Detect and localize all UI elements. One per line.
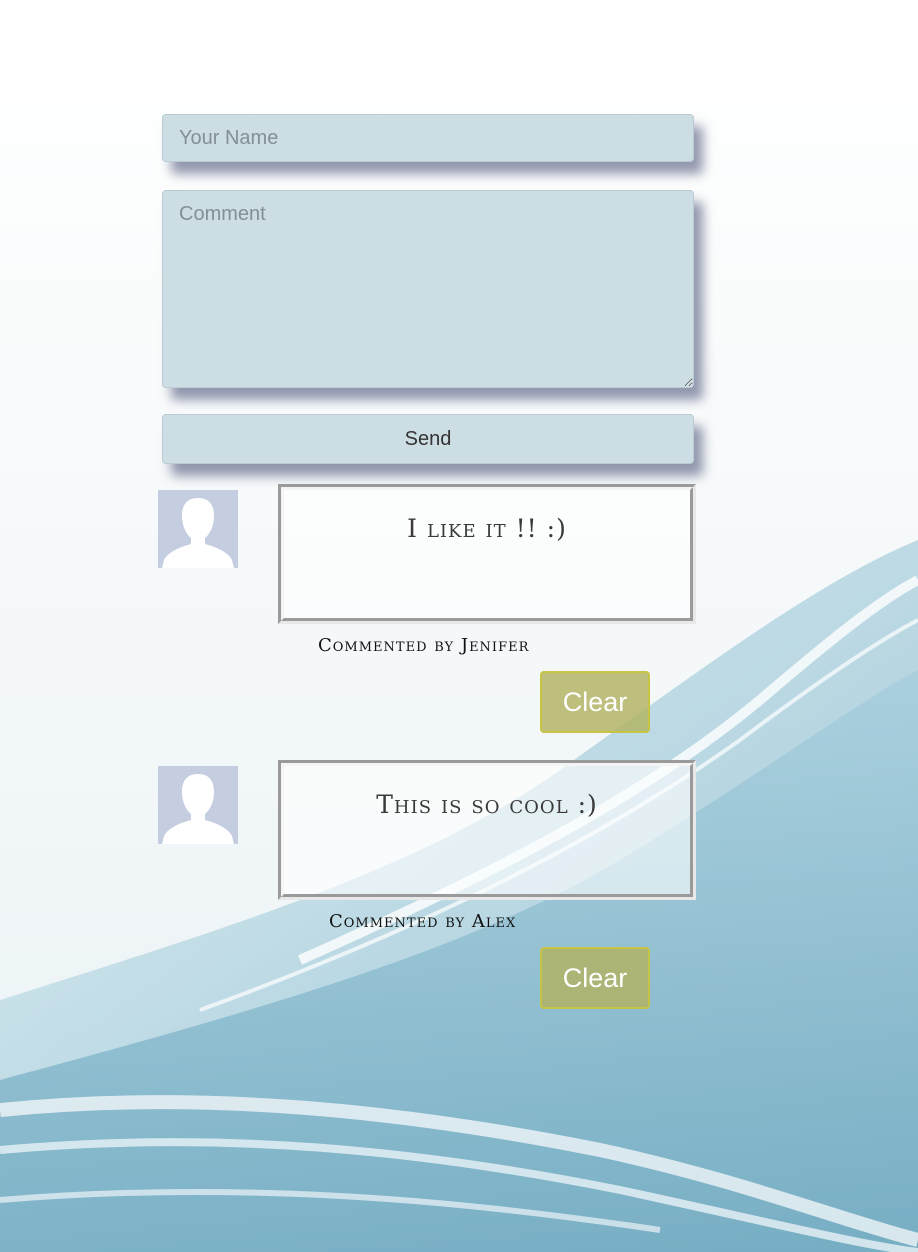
user-silhouette-icon	[158, 490, 238, 568]
comment-text: I like it !! :)	[407, 514, 567, 543]
comment-byline: Commented by Alex	[329, 911, 517, 932]
clear-button[interactable]: Clear	[540, 947, 650, 1009]
comment-byline: Commented by Jenifer	[318, 635, 530, 656]
comment-item: This is so cool :) Commented by Alex Cle…	[0, 760, 918, 1010]
user-silhouette-icon	[158, 766, 238, 844]
name-input[interactable]	[162, 114, 694, 162]
comment-box: This is so cool :)	[278, 760, 696, 900]
comment-page: Send I like it !! :) Commented by Jenife…	[0, 0, 918, 1252]
clear-button[interactable]: Clear	[540, 671, 650, 733]
comment-item: I like it !! :) Commented by Jenifer Cle…	[0, 484, 918, 734]
send-button[interactable]: Send	[162, 414, 694, 464]
comment-text: This is so cool :)	[376, 790, 598, 819]
comment-box: I like it !! :)	[278, 484, 696, 624]
comment-textarea[interactable]	[162, 190, 694, 388]
